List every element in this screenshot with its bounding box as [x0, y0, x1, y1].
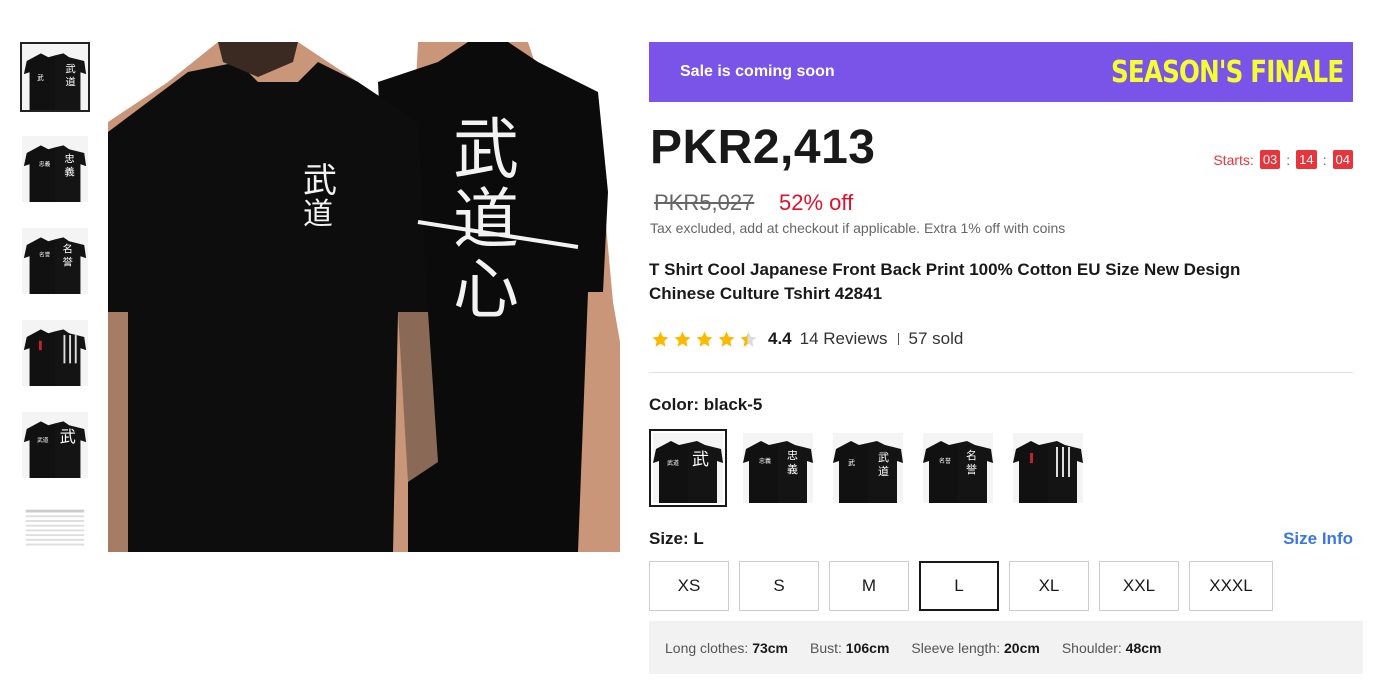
star-icon — [718, 331, 735, 347]
product-title: T Shirt Cool Japanese Front Back Print 1… — [649, 260, 1241, 303]
svg-text:武道: 武道 — [37, 436, 49, 444]
banner-brand: SEASON'S FINALE — [1110, 54, 1344, 90]
svg-text:忠義: 忠義 — [759, 457, 771, 465]
measurement-label: Sleeve length: — [911, 639, 1001, 656]
size-option-l[interactable]: L — [919, 561, 999, 611]
measurement-value: 48cm — [1125, 639, 1162, 656]
svg-text:忠: 忠 — [787, 449, 798, 462]
reviews-link[interactable]: 14 Reviews — [800, 329, 888, 349]
svg-text:名誉: 名誉 — [939, 457, 951, 465]
svg-text:武: 武 — [303, 161, 337, 201]
countdown-label: Starts: — [1213, 151, 1254, 168]
countdown-hours: 03 — [1259, 150, 1281, 169]
countdown-separator: : — [1322, 151, 1327, 168]
measurement-length: Long clothes: 73cm — [665, 640, 788, 656]
svg-text:心: 心 — [453, 251, 519, 328]
countdown-timer: Starts: 03 : 14 : 04 — [1213, 150, 1353, 169]
size-options: XS S M L XL XXL XXXL — [649, 561, 1353, 611]
color-swatch-black-4[interactable] — [1009, 429, 1087, 507]
measurement-value: 106cm — [845, 639, 890, 656]
measurement-bust: Bust: 106cm — [810, 640, 889, 656]
sale-banner[interactable]: Sale is coming soon SEASON'S FINALE — [649, 42, 1353, 102]
price-section: PKR2,413 Starts: 03 : 14 : 04 PKR5,027 5… — [649, 102, 1353, 236]
discount-percent: 52% off — [779, 190, 854, 215]
svg-text:武: 武 — [65, 62, 75, 75]
size-info-link[interactable]: Size Info — [1283, 529, 1353, 549]
svg-text:忠: 忠 — [64, 153, 74, 165]
svg-text:誉: 誉 — [63, 256, 74, 269]
svg-text:道: 道 — [303, 197, 333, 232]
svg-text:義: 義 — [787, 462, 798, 476]
svg-text:武: 武 — [453, 111, 519, 188]
thumbnail-4[interactable] — [20, 318, 90, 388]
section-divider — [649, 372, 1353, 373]
color-swatch-black-1[interactable]: 忠義 忠義 — [739, 429, 817, 507]
star-icon — [652, 331, 669, 347]
svg-text:忠義: 忠義 — [39, 160, 51, 168]
tax-note: Tax excluded, add at checkout if applica… — [650, 220, 1066, 236]
svg-text:武: 武 — [37, 73, 44, 82]
svg-text:武: 武 — [60, 427, 76, 446]
measurement-label: Bust: — [810, 639, 842, 656]
measurement-shoulder: Shoulder: 48cm — [1062, 640, 1162, 656]
color-label: Color: black-5 — [649, 395, 763, 414]
main-product-image[interactable]: 武 道 武 道 心 — [108, 42, 620, 552]
color-swatch-black-3[interactable]: 名誉 名誉 — [919, 429, 997, 507]
svg-text:道: 道 — [453, 181, 519, 258]
color-swatches: 武道武 忠義忠義 武武道 名誉名誉 — [649, 429, 1353, 507]
thumbnail-5[interactable]: 武道 武 — [20, 410, 90, 480]
svg-text:武道: 武道 — [667, 459, 679, 467]
svg-text:誉: 誉 — [966, 462, 977, 476]
size-option-xl[interactable]: XL — [1009, 561, 1089, 611]
countdown-seconds: 04 — [1332, 150, 1353, 169]
countdown-separator: : — [1286, 151, 1291, 168]
measurement-value: 20cm — [1004, 639, 1040, 656]
thumbnail-gallery: 武武道 忠義忠義 名誉名誉 武道武 — [20, 42, 92, 594]
star-icon — [674, 331, 691, 347]
product-info: Sale is coming soon SEASON'S FINALE PKR2… — [649, 42, 1363, 674]
svg-text:武: 武 — [692, 450, 709, 470]
svg-text:武: 武 — [878, 451, 889, 464]
measurements-bar: Long clothes: 73cm Bust: 106cm Sleeve le… — [649, 621, 1363, 674]
size-header: Size: L Size Info — [649, 529, 1353, 549]
thumbnail-1[interactable]: 武武道 — [20, 42, 90, 112]
thumbnail-6-size-chart[interactable] — [20, 502, 90, 572]
divider — [897, 333, 899, 345]
svg-text:名誉: 名誉 — [39, 250, 51, 258]
sold-count: 57 sold — [908, 329, 964, 348]
half-star-icon — [740, 331, 757, 347]
rating-value: 4.4 — [768, 329, 792, 348]
svg-text:武: 武 — [848, 458, 855, 467]
svg-text:道: 道 — [65, 75, 75, 88]
svg-text:名: 名 — [966, 448, 977, 462]
color-swatch-black-5[interactable]: 武道 武 — [649, 429, 727, 507]
original-price: PKR5,027 — [654, 190, 755, 215]
countdown-minutes: 14 — [1296, 150, 1317, 169]
size-option-s[interactable]: S — [739, 561, 819, 611]
current-price: PKR2,413 — [650, 121, 876, 174]
star-icon — [696, 331, 713, 347]
measurement-sleeve: Sleeve length: 20cm — [911, 640, 1039, 656]
thumbnail-2[interactable]: 忠義 忠義 — [20, 134, 90, 204]
svg-text:義: 義 — [64, 166, 74, 179]
star-rating — [651, 330, 758, 349]
measurement-label: Long clothes: — [665, 639, 749, 656]
rating-row: 4.4 14 Reviews 57 sold — [649, 327, 1353, 351]
thumbnail-3[interactable]: 名誉 名誉 — [20, 226, 90, 296]
banner-text: Sale is coming soon — [680, 63, 835, 80]
size-label: Size: L — [649, 529, 704, 548]
size-option-xxl[interactable]: XXL — [1099, 561, 1179, 611]
measurement-label: Shoulder: — [1061, 639, 1122, 656]
size-option-m[interactable]: M — [829, 561, 909, 611]
svg-text:名: 名 — [63, 243, 73, 256]
color-swatch-black-2[interactable]: 武武道 — [829, 429, 907, 507]
svg-text:道: 道 — [878, 464, 889, 478]
size-option-xxxl[interactable]: XXXL — [1189, 561, 1273, 611]
measurement-value: 73cm — [752, 639, 788, 656]
size-option-xs[interactable]: XS — [649, 561, 729, 611]
